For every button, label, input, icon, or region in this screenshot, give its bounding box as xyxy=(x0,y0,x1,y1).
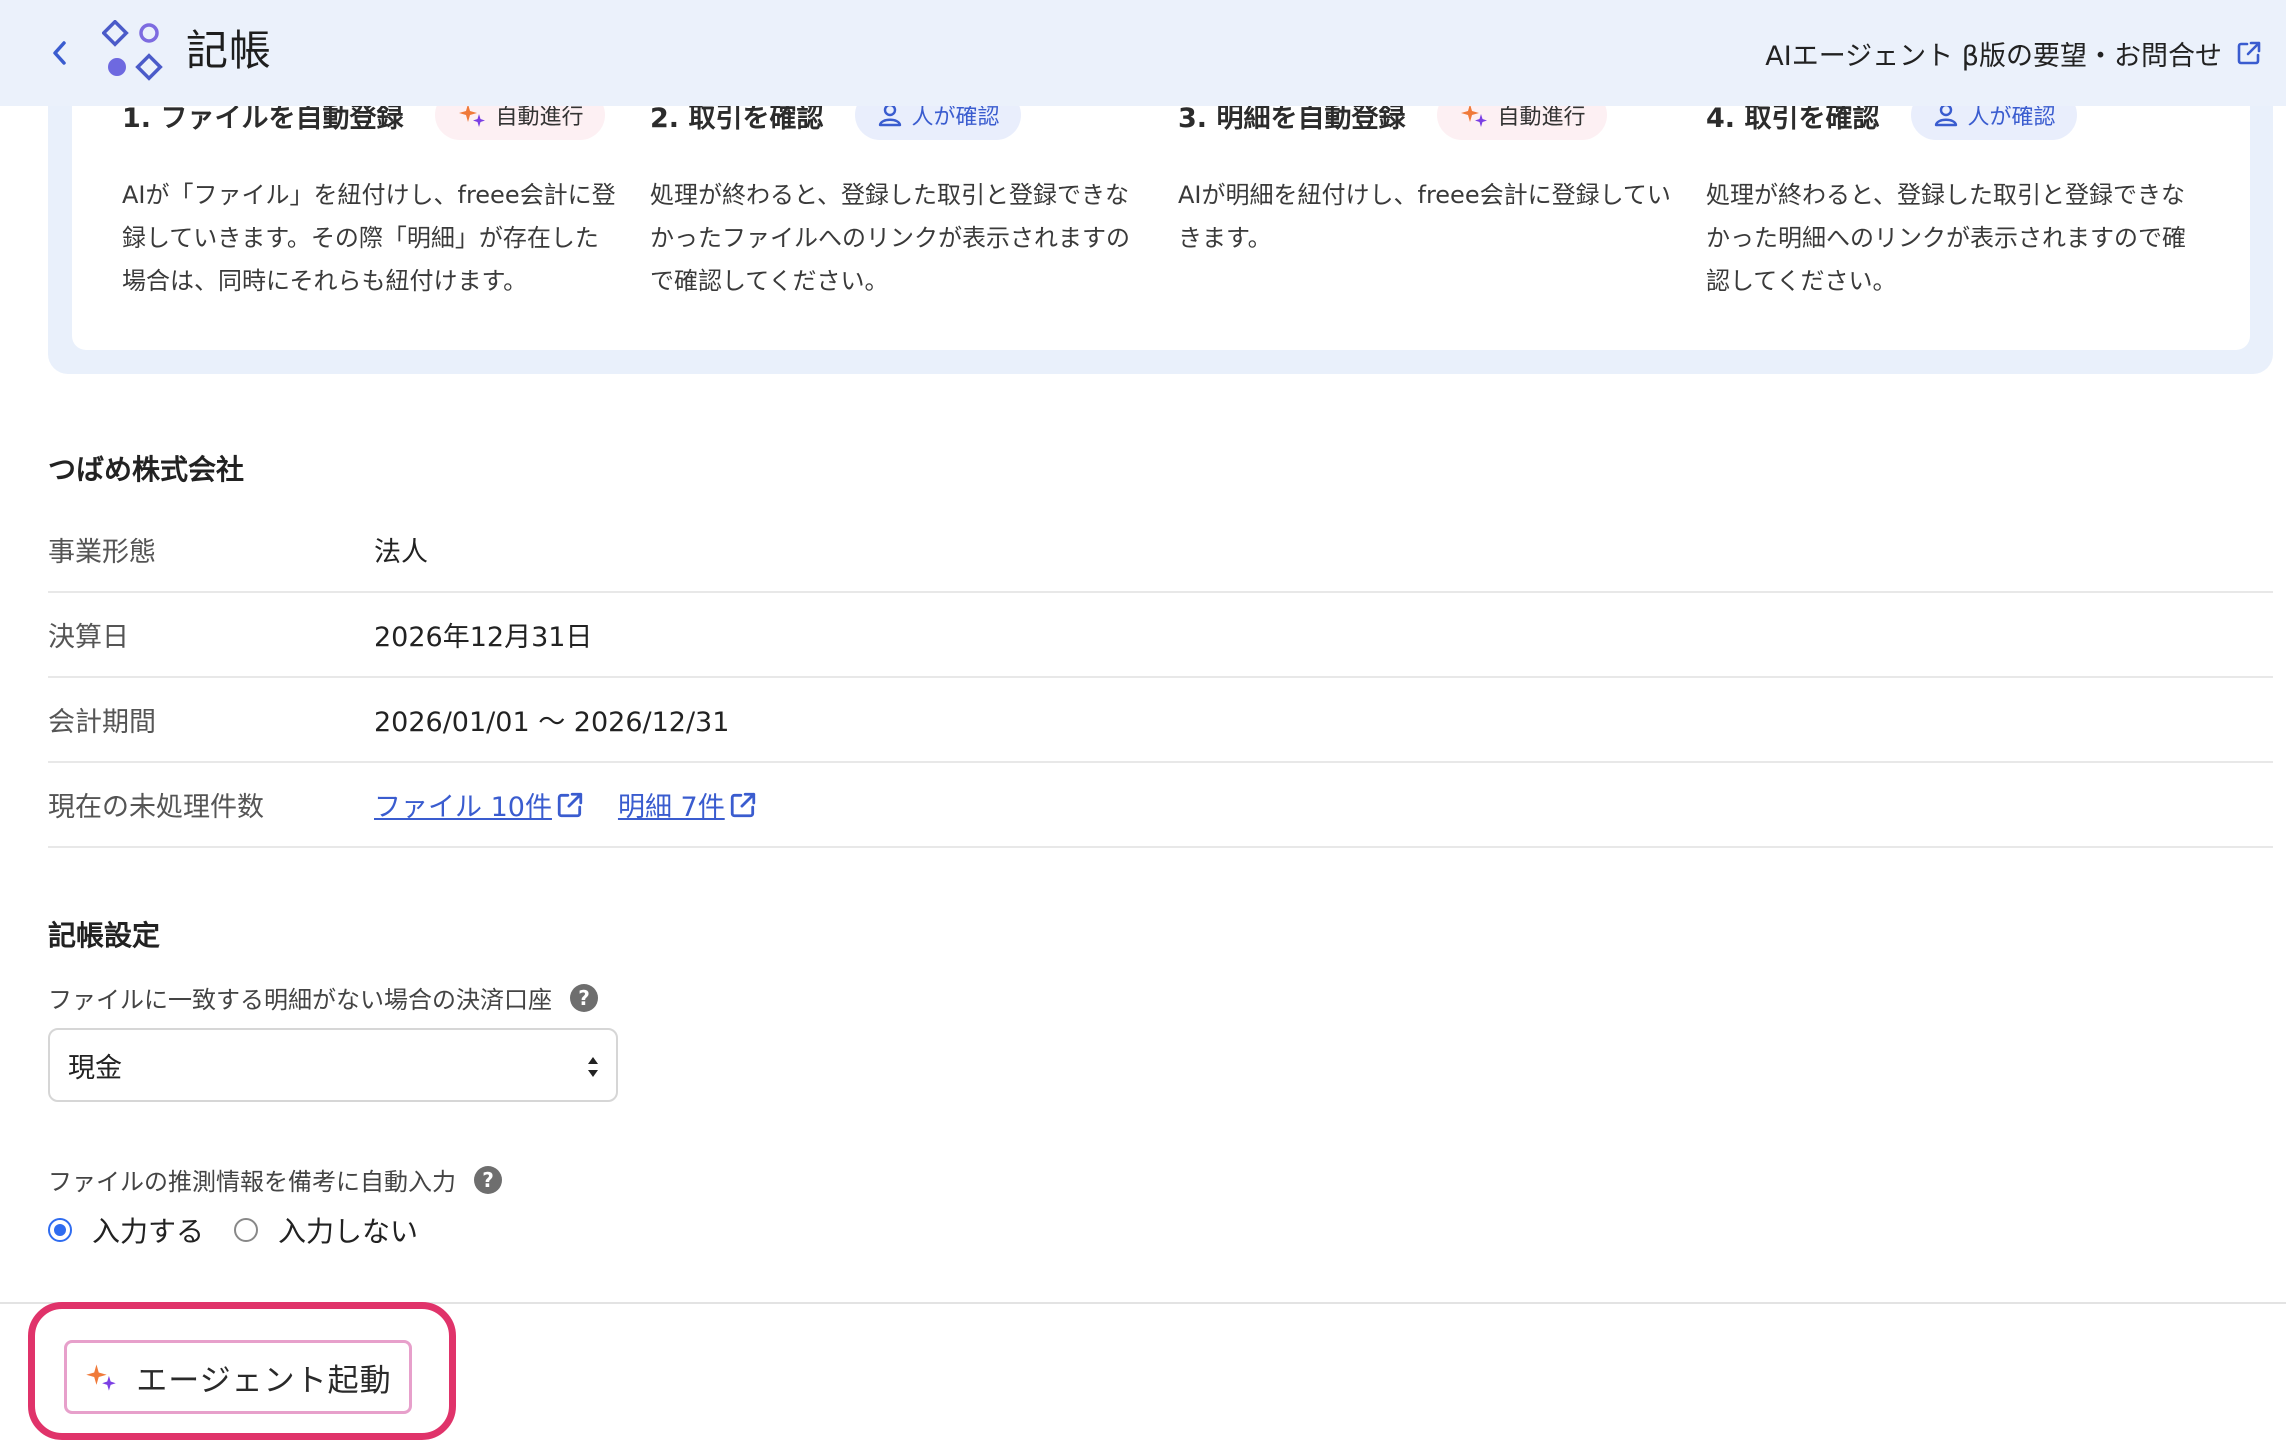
settings-title: 記帳設定 xyxy=(48,919,161,952)
pending-statements-link[interactable]: 明細 7件 xyxy=(618,785,757,824)
step-description: 処理が終わると、登録した取引と登録できなかった明細へのリンクが表示されますので確… xyxy=(1706,181,2186,295)
feedback-link-label: AIエージェント β版の要望・お問合せ xyxy=(1765,40,2222,72)
step-description: AIが明細を紐付けし、freee会計に登録していきます。 xyxy=(1178,181,1671,252)
memo-field-label-text: ファイルの推測情報を備考に自動入力 xyxy=(48,1168,456,1196)
question-icon[interactable]: ? xyxy=(570,983,598,1012)
info-label: 現在の未処理件数 xyxy=(48,792,264,823)
feedback-link[interactable]: AIエージェント β版の要望・お問合せ xyxy=(1765,28,2262,78)
info-row-business-type: 事業形態 法人 xyxy=(48,508,2273,593)
pending-files-link[interactable]: ファイル 10件 xyxy=(374,785,584,824)
external-link-icon xyxy=(730,792,755,817)
memo-field-label: ファイルの推測情報を備考に自動入力 ? xyxy=(48,1162,502,1197)
info-row-fiscal-period: 会計期間 2026/01/01 〜 2026/12/31 xyxy=(48,678,2273,763)
account-field-label-text: ファイルに一致する明細がない場合の決済口座 xyxy=(48,986,552,1014)
info-value: 法人 xyxy=(374,537,428,568)
radio-option-input[interactable]: 入力する xyxy=(48,1210,204,1250)
company-info-table: 事業形態 法人 決算日 2026年12月31日 会計期間 2026/01/01 … xyxy=(48,508,2273,848)
account-select[interactable]: 現金 xyxy=(48,1028,618,1102)
question-icon[interactable]: ? xyxy=(474,1165,502,1194)
pending-statements-link-label: 明細 7件 xyxy=(617,792,725,823)
account-select-value: 現金 xyxy=(68,1052,122,1084)
info-label: 決算日 xyxy=(48,622,129,653)
select-arrows-icon xyxy=(588,1057,598,1077)
app-grid-icon xyxy=(102,20,163,81)
pending-files-link-label: ファイル 10件 xyxy=(374,792,552,823)
info-label: 会計期間 xyxy=(48,707,156,738)
info-row-closing-date: 決算日 2026年12月31日 xyxy=(48,593,2273,678)
external-link-icon xyxy=(557,792,583,817)
page-title: 記帳 xyxy=(186,26,273,75)
step-description: 処理が終わると、登録した取引と登録できなかったファイルへのリンクが表示されますの… xyxy=(650,181,1130,295)
radio-button[interactable] xyxy=(234,1218,259,1242)
page: 記帳 AIエージェント β版の要望・お問合せ 1. ファイルを自動登録 自動進行 xyxy=(0,0,2286,1440)
info-value: ファイル 10件 明細 7件 xyxy=(374,785,757,824)
company-name: つばめ株式会社 xyxy=(48,453,245,486)
radio-option-label: 入力する xyxy=(92,1215,205,1248)
external-link-icon xyxy=(2237,41,2261,65)
info-label: 事業形態 xyxy=(48,537,156,568)
step-description: AIが「ファイル」を紐付けし、freee会計に登録していきます。その際「明細」が… xyxy=(122,181,616,295)
memo-radio-group: 入力する 入力しない xyxy=(48,1210,418,1250)
app-header: 記帳 AIエージェント β版の要望・お問合せ xyxy=(0,0,2286,106)
start-agent-button-label: エージェント起動 xyxy=(136,1362,392,1399)
chevron-left-icon xyxy=(53,41,66,65)
radio-option-no-input[interactable]: 入力しない xyxy=(234,1210,418,1250)
info-value: 2026/01/01 〜 2026/12/31 xyxy=(374,707,730,738)
radio-option-label: 入力しない xyxy=(278,1215,419,1248)
sparkle-icon xyxy=(86,1364,117,1391)
back-button[interactable] xyxy=(44,28,76,78)
info-row-pending: 現在の未処理件数 ファイル 10件 明細 7件 xyxy=(48,763,2273,848)
account-field-label: ファイルに一致する明細がない場合の決済口座 ? xyxy=(48,980,598,1015)
info-value: 2026年12月31日 xyxy=(374,622,593,653)
start-agent-button[interactable]: エージェント起動 xyxy=(64,1340,412,1414)
radio-button-selected[interactable] xyxy=(48,1218,72,1242)
